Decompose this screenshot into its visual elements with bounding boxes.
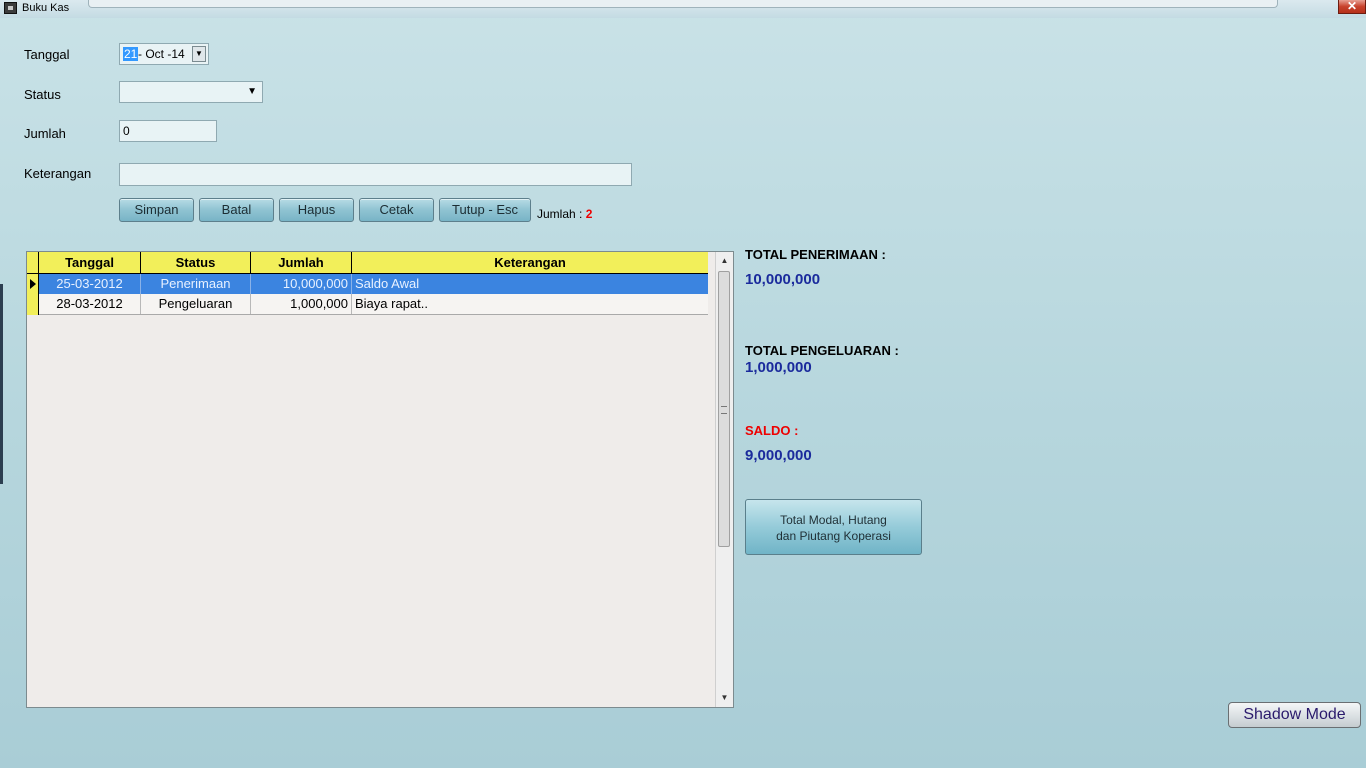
table-row[interactable]: 28-03-2012 Pengeluaran 1,000,000 Biaya r… — [39, 294, 708, 315]
tanggal-date-picker[interactable]: 21 - Oct -14 ▼ — [119, 43, 209, 65]
vertical-scrollbar[interactable]: ▲ ▼ — [715, 252, 733, 707]
scroll-down-icon[interactable]: ▼ — [716, 690, 733, 706]
cell-keterangan[interactable]: Biaya rapat.. — [352, 294, 708, 314]
total-penerimaan-label: TOTAL PENERIMAAN : — [745, 247, 886, 262]
record-count-label: Jumlah : — [537, 207, 583, 221]
hapus-button[interactable]: Hapus — [279, 198, 354, 222]
total-pengeluaran-label: TOTAL PENGELUARAN : — [745, 343, 899, 358]
total-modal-line2: dan Piutang Koperasi — [776, 529, 891, 543]
data-grid[interactable]: Tanggal Status Jumlah Keterangan 25-03-2… — [26, 251, 734, 708]
cell-status[interactable]: Penerimaan — [141, 274, 251, 294]
cell-jumlah[interactable]: 1,000,000 — [251, 294, 352, 314]
chevron-down-icon[interactable]: ▼ — [247, 86, 257, 97]
left-edge — [0, 284, 3, 484]
tanggal-month-year[interactable]: - Oct -14 — [138, 47, 185, 61]
tanggal-day[interactable]: 21 — [123, 47, 139, 61]
table-row[interactable]: 25-03-2012 Penerimaan 10,000,000 Saldo A… — [39, 274, 708, 294]
scroll-thumb[interactable] — [718, 271, 730, 547]
jumlah-input[interactable]: 0 — [119, 120, 217, 142]
grip-icon — [721, 406, 727, 414]
total-pengeluaran-value: 1,000,000 — [745, 359, 812, 376]
column-header-keterangan[interactable]: Keterangan — [352, 252, 708, 273]
tutup-button[interactable]: Tutup - Esc — [439, 198, 531, 222]
grid-header: Tanggal Status Jumlah Keterangan — [27, 252, 708, 275]
title-bar: Buku Kas ✕ — [0, 0, 1366, 18]
record-count-value: 2 — [585, 207, 593, 221]
keterangan-label: Keterangan — [24, 166, 92, 181]
row-indicator[interactable] — [27, 294, 39, 315]
cetak-button[interactable]: Cetak — [359, 198, 434, 222]
jumlah-value[interactable]: 0 — [123, 124, 130, 138]
app-icon — [4, 2, 17, 14]
simpan-button[interactable]: Simpan — [119, 198, 194, 222]
cell-status[interactable]: Pengeluaran — [141, 294, 251, 314]
total-modal-line1: Total Modal, Hutang — [780, 513, 887, 527]
cell-tanggal[interactable]: 28-03-2012 — [39, 294, 141, 314]
keterangan-input[interactable] — [119, 163, 632, 186]
status-label: Status — [24, 87, 61, 102]
record-count: Jumlah : 2 — [537, 207, 592, 221]
current-row-pointer-icon — [30, 279, 36, 289]
saldo-value: 9,000,000 — [745, 447, 812, 464]
cell-keterangan[interactable]: Saldo Awal — [352, 274, 708, 294]
scroll-up-icon[interactable]: ▲ — [716, 253, 733, 269]
tanggal-label: Tanggal — [24, 47, 70, 62]
row-indicator[interactable] — [27, 274, 39, 294]
batal-button[interactable]: Batal — [199, 198, 274, 222]
jumlah-label: Jumlah — [24, 126, 66, 141]
total-penerimaan-value: 10,000,000 — [745, 271, 821, 288]
total-modal-button[interactable]: Total Modal, Hutang dan Piutang Koperasi — [745, 499, 922, 555]
column-header-jumlah[interactable]: Jumlah — [251, 252, 352, 273]
shadow-mode-button[interactable]: Shadow Mode — [1228, 702, 1361, 728]
status-select[interactable]: ▼ — [119, 81, 263, 103]
cell-jumlah[interactable]: 10,000,000 — [251, 274, 352, 294]
header-indicator — [27, 252, 39, 273]
cell-tanggal[interactable]: 25-03-2012 — [39, 274, 141, 294]
column-header-tanggal[interactable]: Tanggal — [39, 252, 141, 273]
chevron-down-icon[interactable]: ▼ — [192, 46, 206, 62]
close-button[interactable]: ✕ — [1338, 0, 1366, 14]
title-strip — [88, 0, 1278, 8]
saldo-label: SALDO : — [745, 423, 799, 438]
column-header-status[interactable]: Status — [141, 252, 251, 273]
window-title: Buku Kas — [22, 2, 70, 14]
